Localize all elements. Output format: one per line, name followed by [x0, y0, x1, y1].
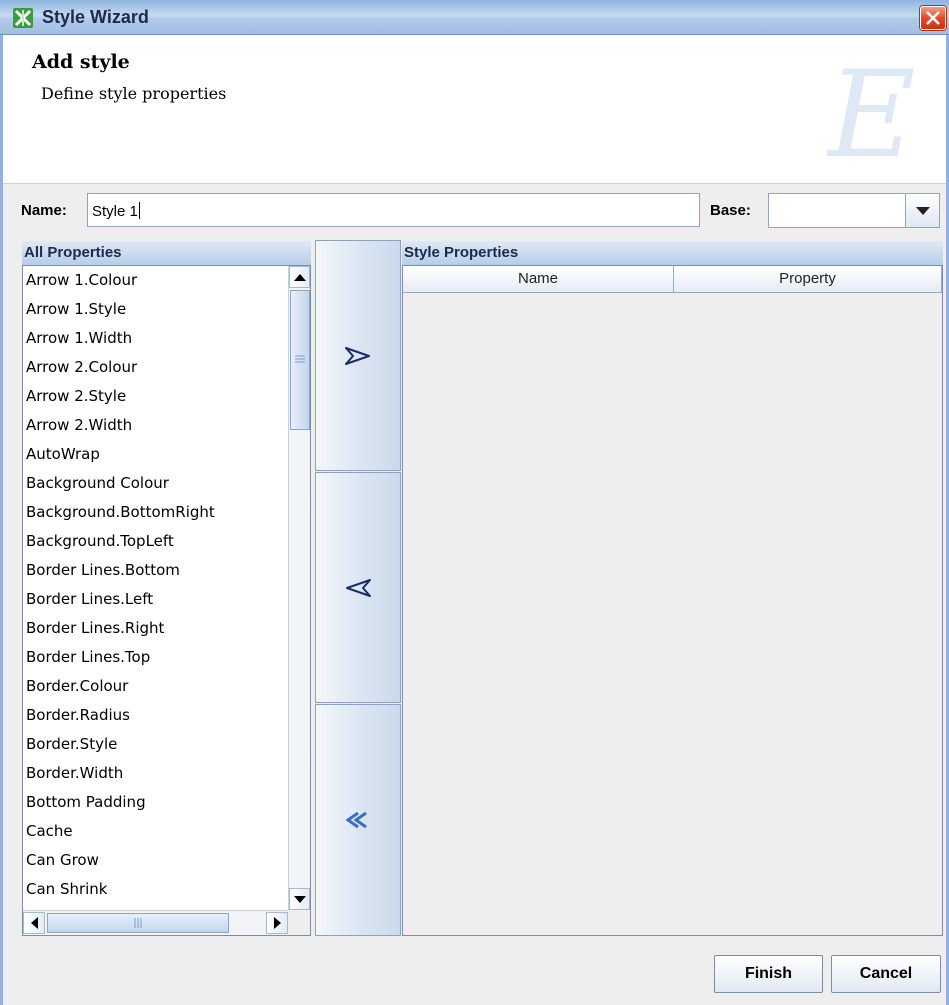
remove-all-properties-button[interactable]: [315, 704, 401, 936]
list-item[interactable]: Border.Width: [23, 759, 288, 788]
list-item[interactable]: Background Colour: [23, 469, 288, 498]
style-properties-table[interactable]: Name Property: [402, 265, 943, 936]
text-caret: [138, 202, 140, 219]
remove-property-button[interactable]: [315, 472, 401, 703]
base-select[interactable]: [768, 193, 940, 228]
list-item[interactable]: Can Shrink: [23, 875, 288, 904]
list-item[interactable]: Cache: [23, 817, 288, 846]
list-item[interactable]: Border Lines.Bottom: [23, 556, 288, 585]
arrow-up-icon: [294, 274, 306, 281]
list-item[interactable]: Arrow 1.Style: [23, 295, 288, 324]
list-item[interactable]: Arrow 1.Width: [23, 324, 288, 353]
all-properties-header: All Properties: [22, 241, 311, 265]
style-properties-header: Style Properties: [402, 241, 943, 265]
scroll-down-button[interactable]: [289, 888, 310, 910]
name-input-value: Style 1: [92, 203, 138, 220]
column-header-property[interactable]: Property: [674, 266, 942, 293]
scroll-right-button[interactable]: [266, 912, 288, 934]
window-border-left: [0, 35, 3, 1005]
logo-letter: E: [826, 46, 916, 181]
triangle-right-icon: [345, 347, 370, 365]
wizard-header: [0, 35, 949, 184]
name-input[interactable]: Style 1: [87, 193, 700, 227]
list-item[interactable]: Bottom Padding: [23, 788, 288, 817]
wizard-app-icon: [13, 8, 33, 28]
close-button[interactable]: [920, 6, 946, 30]
list-item[interactable]: Border.Radius: [23, 701, 288, 730]
all-properties-items: Arrow 1.Colour Arrow 1.Style Arrow 1.Width…: [23, 266, 288, 910]
scroll-up-button[interactable]: [289, 266, 310, 288]
triangle-left-icon: [346, 579, 371, 597]
logo-watermark: E: [826, 46, 916, 181]
base-dropdown-button[interactable]: [905, 194, 939, 227]
chevron-down-icon: [916, 207, 930, 215]
window-title: Style Wizard: [42, 7, 149, 27]
add-property-button[interactable]: [315, 240, 401, 471]
cancel-button[interactable]: Cancel: [831, 955, 941, 993]
page-subtitle: Define style properties: [41, 84, 227, 103]
list-item[interactable]: Arrow 2.Style: [23, 382, 288, 411]
finish-button[interactable]: Finish: [714, 955, 823, 993]
close-icon: [926, 11, 940, 25]
list-item[interactable]: Arrow 1.Colour: [23, 266, 288, 295]
all-properties-list[interactable]: Arrow 1.Colour Arrow 1.Style Arrow 1.Width…: [22, 265, 311, 936]
scrollbar-corner: [288, 910, 310, 935]
double-chevron-left-icon: [345, 811, 367, 829]
list-item[interactable]: Arrow 2.Colour: [23, 353, 288, 382]
arrow-down-icon: [294, 896, 306, 903]
list-item[interactable]: Background.BottomRight: [23, 498, 288, 527]
page-title: Add style: [32, 51, 130, 73]
horizontal-scrollbar[interactable]: [23, 910, 288, 935]
vertical-scroll-thumb[interactable]: [290, 290, 310, 430]
list-item[interactable]: Border Lines.Right: [23, 614, 288, 643]
list-item[interactable]: Border.Colour: [23, 672, 288, 701]
list-item[interactable]: Arrow 2.Width: [23, 411, 288, 440]
arrow-left-icon: [31, 917, 38, 929]
column-header-name[interactable]: Name: [403, 266, 674, 293]
list-item[interactable]: Can Grow: [23, 846, 288, 875]
list-item[interactable]: Border Lines.Left: [23, 585, 288, 614]
list-item[interactable]: Background.TopLeft: [23, 527, 288, 556]
list-item[interactable]: Border Lines.Top: [23, 643, 288, 672]
list-item[interactable]: AutoWrap: [23, 440, 288, 469]
scroll-left-button[interactable]: [23, 912, 45, 934]
base-label: Base:: [710, 202, 751, 219]
grip-icon: [295, 355, 305, 363]
grip-icon: [134, 918, 142, 928]
vertical-scrollbar[interactable]: [288, 266, 310, 910]
list-item[interactable]: Border.Style: [23, 730, 288, 759]
name-label: Name:: [21, 202, 67, 219]
title-bar: Style Wizard: [0, 0, 949, 35]
arrow-right-icon: [274, 917, 281, 929]
horizontal-scroll-thumb[interactable]: [47, 913, 229, 933]
